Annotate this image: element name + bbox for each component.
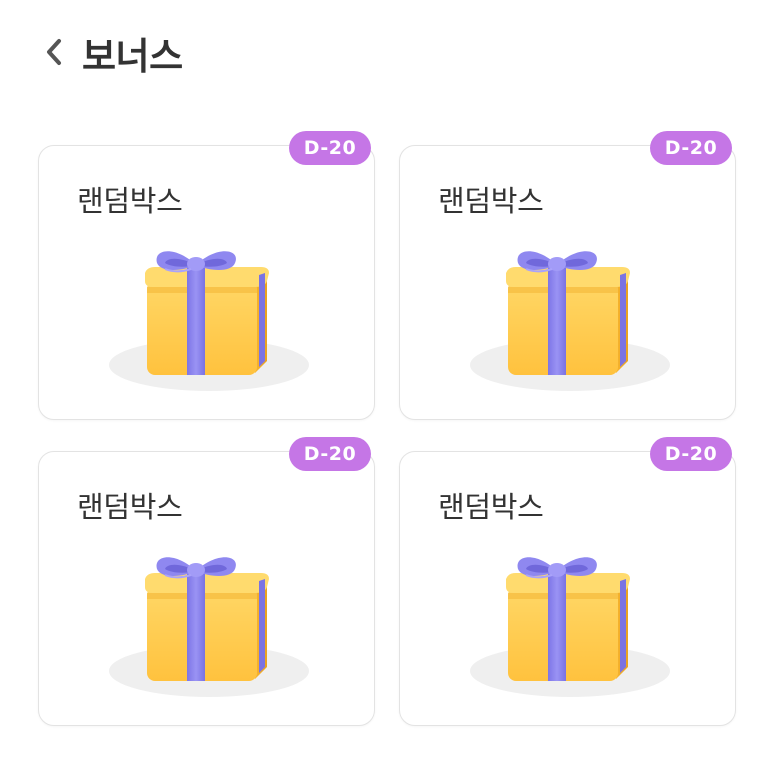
random-box-card-1[interactable]: D-20 랜덤박스 <box>38 131 375 420</box>
card-title: 랜덤박스 <box>438 184 544 218</box>
gift-box-icon <box>466 549 676 701</box>
card-title: 랜덤박스 <box>77 490 183 524</box>
header: 보너스 <box>0 0 773 100</box>
d-day-badge: D-20 <box>650 437 732 471</box>
bonus-grid: D-20 랜덤박스 D-20 랜덤박스 D-20 랜덤박스 D-20 랜덤박스 <box>38 131 738 727</box>
card-title: 랜덤박스 <box>438 490 544 524</box>
gift-box-icon <box>466 243 676 395</box>
gift-box-icon <box>105 549 315 701</box>
d-day-badge: D-20 <box>289 131 371 165</box>
page-title: 보너스 <box>82 35 183 78</box>
random-box-card-3[interactable]: D-20 랜덤박스 <box>38 437 375 726</box>
random-box-card-4[interactable]: D-20 랜덤박스 <box>399 437 736 726</box>
d-day-badge: D-20 <box>650 131 732 165</box>
gift-box-icon <box>105 243 315 395</box>
d-day-badge: D-20 <box>289 437 371 471</box>
chevron-left-icon <box>47 39 61 65</box>
back-button[interactable] <box>34 30 74 74</box>
card-title: 랜덤박스 <box>77 184 183 218</box>
random-box-card-2[interactable]: D-20 랜덤박스 <box>399 131 736 420</box>
